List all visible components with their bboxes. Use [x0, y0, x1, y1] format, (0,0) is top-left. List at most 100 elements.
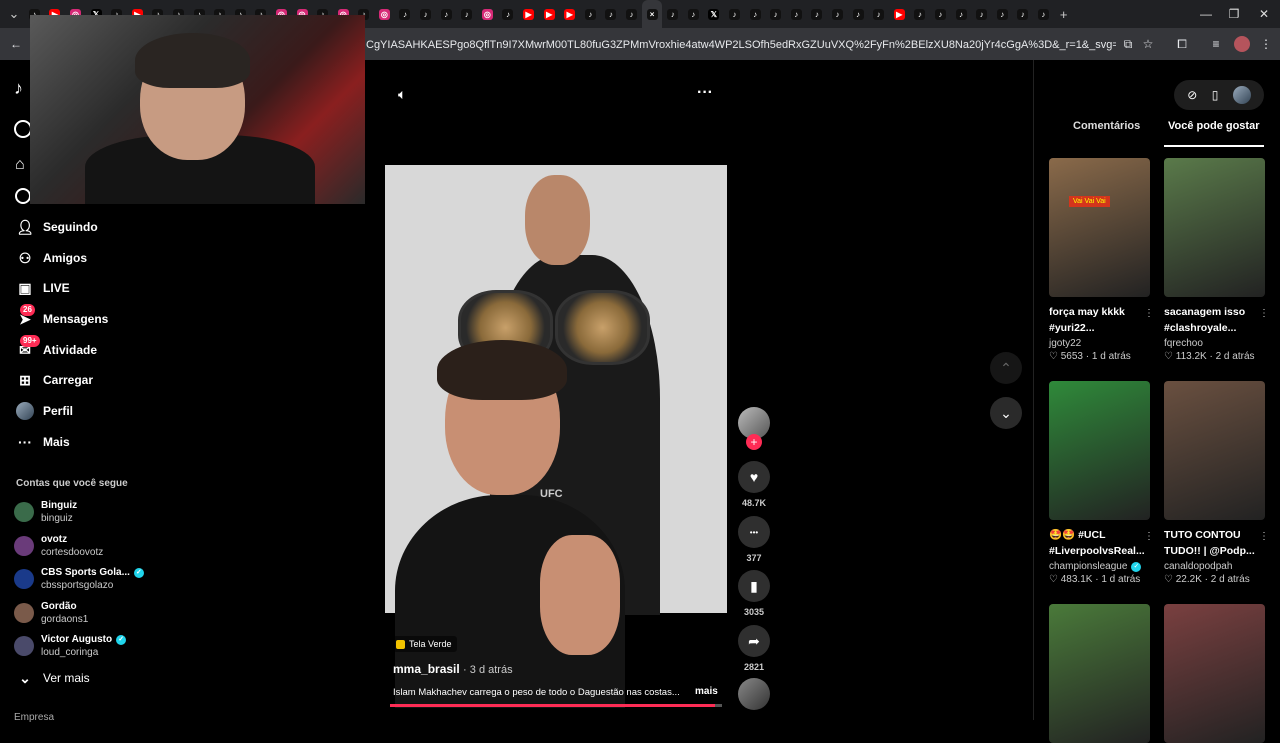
restore-icon[interactable]: ❐: [1218, 0, 1250, 28]
browser-tab[interactable]: ♪: [1013, 0, 1034, 28]
browser-tab[interactable]: ♪: [498, 0, 519, 28]
browser-tab[interactable]: ♪: [415, 0, 436, 28]
close-tab-icon[interactable]: ×: [646, 8, 658, 20]
browser-tab[interactable]: ♪: [1033, 0, 1054, 28]
card-title[interactable]: força may kkkk #yuri22...: [1049, 304, 1150, 336]
save-button[interactable]: ▮ 3035: [738, 570, 770, 617]
card-options-icon[interactable]: ⋮: [1144, 308, 1154, 319]
browser-tab[interactable]: ♪: [395, 0, 416, 28]
browser-tab[interactable]: ♪: [601, 0, 622, 28]
home-icon[interactable]: ⌂: [15, 156, 25, 174]
followed-account[interactable]: CBS Sports Gola... ✓ cbssportsgolazo: [14, 564, 144, 594]
browser-tab[interactable]: ♪: [683, 0, 704, 28]
creator-avatar-button[interactable]: +: [738, 407, 770, 450]
card-author[interactable]: fqrechoo: [1164, 338, 1203, 349]
device-icon[interactable]: ▯: [1212, 88, 1219, 102]
see-more-button[interactable]: ⌄ Ver mais: [16, 666, 90, 690]
recommended-video-card[interactable]: [1164, 604, 1265, 743]
volume-icon[interactable]: 🔈︎: [398, 86, 406, 103]
sidebar-item-upload[interactable]: ⊞ Carregar: [16, 368, 93, 392]
tiktok-logo-icon[interactable]: ♪: [14, 78, 23, 99]
card-options-icon[interactable]: ⋮: [1144, 531, 1154, 542]
card-title[interactable]: TUTO CONTOU TUDO!! | @Podp...: [1164, 527, 1265, 559]
sidebar-item-more[interactable]: ··· Mais: [16, 430, 70, 454]
followed-account[interactable]: Binguiz binguiz: [14, 497, 77, 527]
browser-tab[interactable]: ♪: [580, 0, 601, 28]
browser-tab[interactable]: ♪: [848, 0, 869, 28]
url-field[interactable]: CgYIASAHKAESPgo8QflTn9I7XMwrM00TL80fuG3Z…: [366, 34, 1116, 56]
video-thumbnail[interactable]: Vai Vai Vai: [1049, 158, 1150, 297]
video-thumbnail[interactable]: [1049, 381, 1150, 520]
previous-video-button[interactable]: ⌃: [990, 352, 1022, 384]
explore-icon[interactable]: [15, 188, 31, 204]
install-app-icon[interactable]: ⧉: [1120, 36, 1136, 52]
video-player[interactable]: UFC: [385, 165, 727, 708]
back-arrow-icon[interactable]: ←: [8, 36, 24, 52]
profile-avatar-icon[interactable]: [1234, 36, 1250, 52]
browser-tab[interactable]: ×: [641, 0, 663, 28]
recommended-video-card[interactable]: [1049, 604, 1150, 743]
close-window-icon[interactable]: ✕: [1248, 0, 1280, 28]
browser-tab[interactable]: ▶: [889, 0, 910, 28]
tab-comments[interactable]: Comentários: [1073, 120, 1140, 132]
browser-tab[interactable]: ♪: [436, 0, 457, 28]
sidebar-item-profile[interactable]: Perfil: [16, 399, 73, 423]
description-more-button[interactable]: mais: [695, 686, 718, 697]
followed-account[interactable]: Gordão gordaons1: [14, 598, 88, 628]
new-tab-button[interactable]: +: [1054, 7, 1074, 22]
effect-tag[interactable]: Tela Verde: [393, 636, 457, 652]
next-video-button[interactable]: ⌄: [990, 397, 1022, 429]
like-button[interactable]: ♥ 48.7K: [738, 461, 770, 508]
video-thumbnail[interactable]: [1049, 604, 1150, 743]
sidebar-item-friends[interactable]: ⚇ Amigos: [16, 246, 87, 270]
sidebar-item-activity[interactable]: ✉ 99+ Atividade: [16, 335, 97, 362]
browser-tab[interactable]: ◎: [477, 0, 498, 28]
card-options-icon[interactable]: ⋮: [1259, 308, 1269, 319]
browser-tab[interactable]: ♪: [827, 0, 848, 28]
video-progress-bar[interactable]: [390, 704, 722, 707]
video-thumbnail[interactable]: [1164, 381, 1265, 520]
browser-tab[interactable]: ▶: [559, 0, 580, 28]
card-title[interactable]: sacanagem isso #clashroyale...: [1164, 304, 1265, 336]
sidebar-item-following[interactable]: 👤︎ Seguindo: [16, 215, 98, 239]
browser-tab[interactable]: ♪: [662, 0, 683, 28]
followed-account[interactable]: Victor Augusto ✓ loud_coringa: [14, 631, 127, 661]
sidebar-item-messages[interactable]: ➤ 26 Mensagens: [16, 304, 108, 331]
card-author[interactable]: jgoty22: [1049, 338, 1081, 349]
browser-menu-icon[interactable]: ⋮: [1258, 36, 1274, 52]
browser-tab[interactable]: ♪: [765, 0, 786, 28]
browser-tab[interactable]: ♪: [951, 0, 972, 28]
browser-tab[interactable]: ♪: [930, 0, 951, 28]
user-avatar[interactable]: [1232, 86, 1251, 104]
browser-tab[interactable]: ♪: [786, 0, 807, 28]
video-thumbnail[interactable]: [1164, 158, 1265, 297]
browser-tab[interactable]: ♪: [621, 0, 642, 28]
extensions-icon[interactable]: ⧠: [1174, 36, 1190, 52]
browser-tab[interactable]: ♪: [807, 0, 828, 28]
share-button[interactable]: ➦ 2821: [738, 625, 770, 672]
recommended-video-card[interactable]: Vai Vai Vai força may kkkk #yuri22... jgot…: [1049, 158, 1154, 362]
comment-button[interactable]: ••• 377: [738, 516, 770, 563]
recommended-video-card[interactable]: 🤩🤩 #UCL #LiverpoolvsReal... championsleag…: [1049, 381, 1154, 585]
tab-search-chevron-icon[interactable]: ⌄: [4, 6, 24, 22]
recommended-video-card[interactable]: TUTO CONTOU TUDO!! | @Podp... canaldopodp…: [1164, 381, 1269, 585]
browser-tab[interactable]: ▶: [518, 0, 539, 28]
video-options-icon[interactable]: ···: [697, 84, 713, 102]
card-author[interactable]: championsleague: [1049, 561, 1127, 572]
browser-tab[interactable]: ▶: [539, 0, 560, 28]
browser-tab[interactable]: ♪: [724, 0, 745, 28]
card-author[interactable]: canaldopodpah: [1164, 561, 1232, 572]
media-controls-icon[interactable]: ≡: [1208, 36, 1224, 52]
compass-icon[interactable]: ⊘: [1187, 88, 1197, 102]
followed-account[interactable]: ovotz cortesdoovotz: [14, 531, 103, 561]
browser-tab[interactable]: ♪: [910, 0, 931, 28]
footer-company-link[interactable]: Empresa: [14, 712, 54, 723]
bookmark-star-icon[interactable]: ☆: [1140, 36, 1156, 52]
sidebar-item-live[interactable]: ▣ LIVE: [16, 276, 69, 300]
sound-disc-button[interactable]: [738, 678, 770, 710]
tab-you-may-like[interactable]: Você pode gostar: [1168, 120, 1259, 132]
browser-tab[interactable]: ♪: [971, 0, 992, 28]
card-title[interactable]: 🤩🤩 #UCL #LiverpoolvsReal...: [1049, 527, 1150, 559]
follow-plus-icon[interactable]: +: [746, 434, 762, 450]
card-options-icon[interactable]: ⋮: [1259, 531, 1269, 542]
